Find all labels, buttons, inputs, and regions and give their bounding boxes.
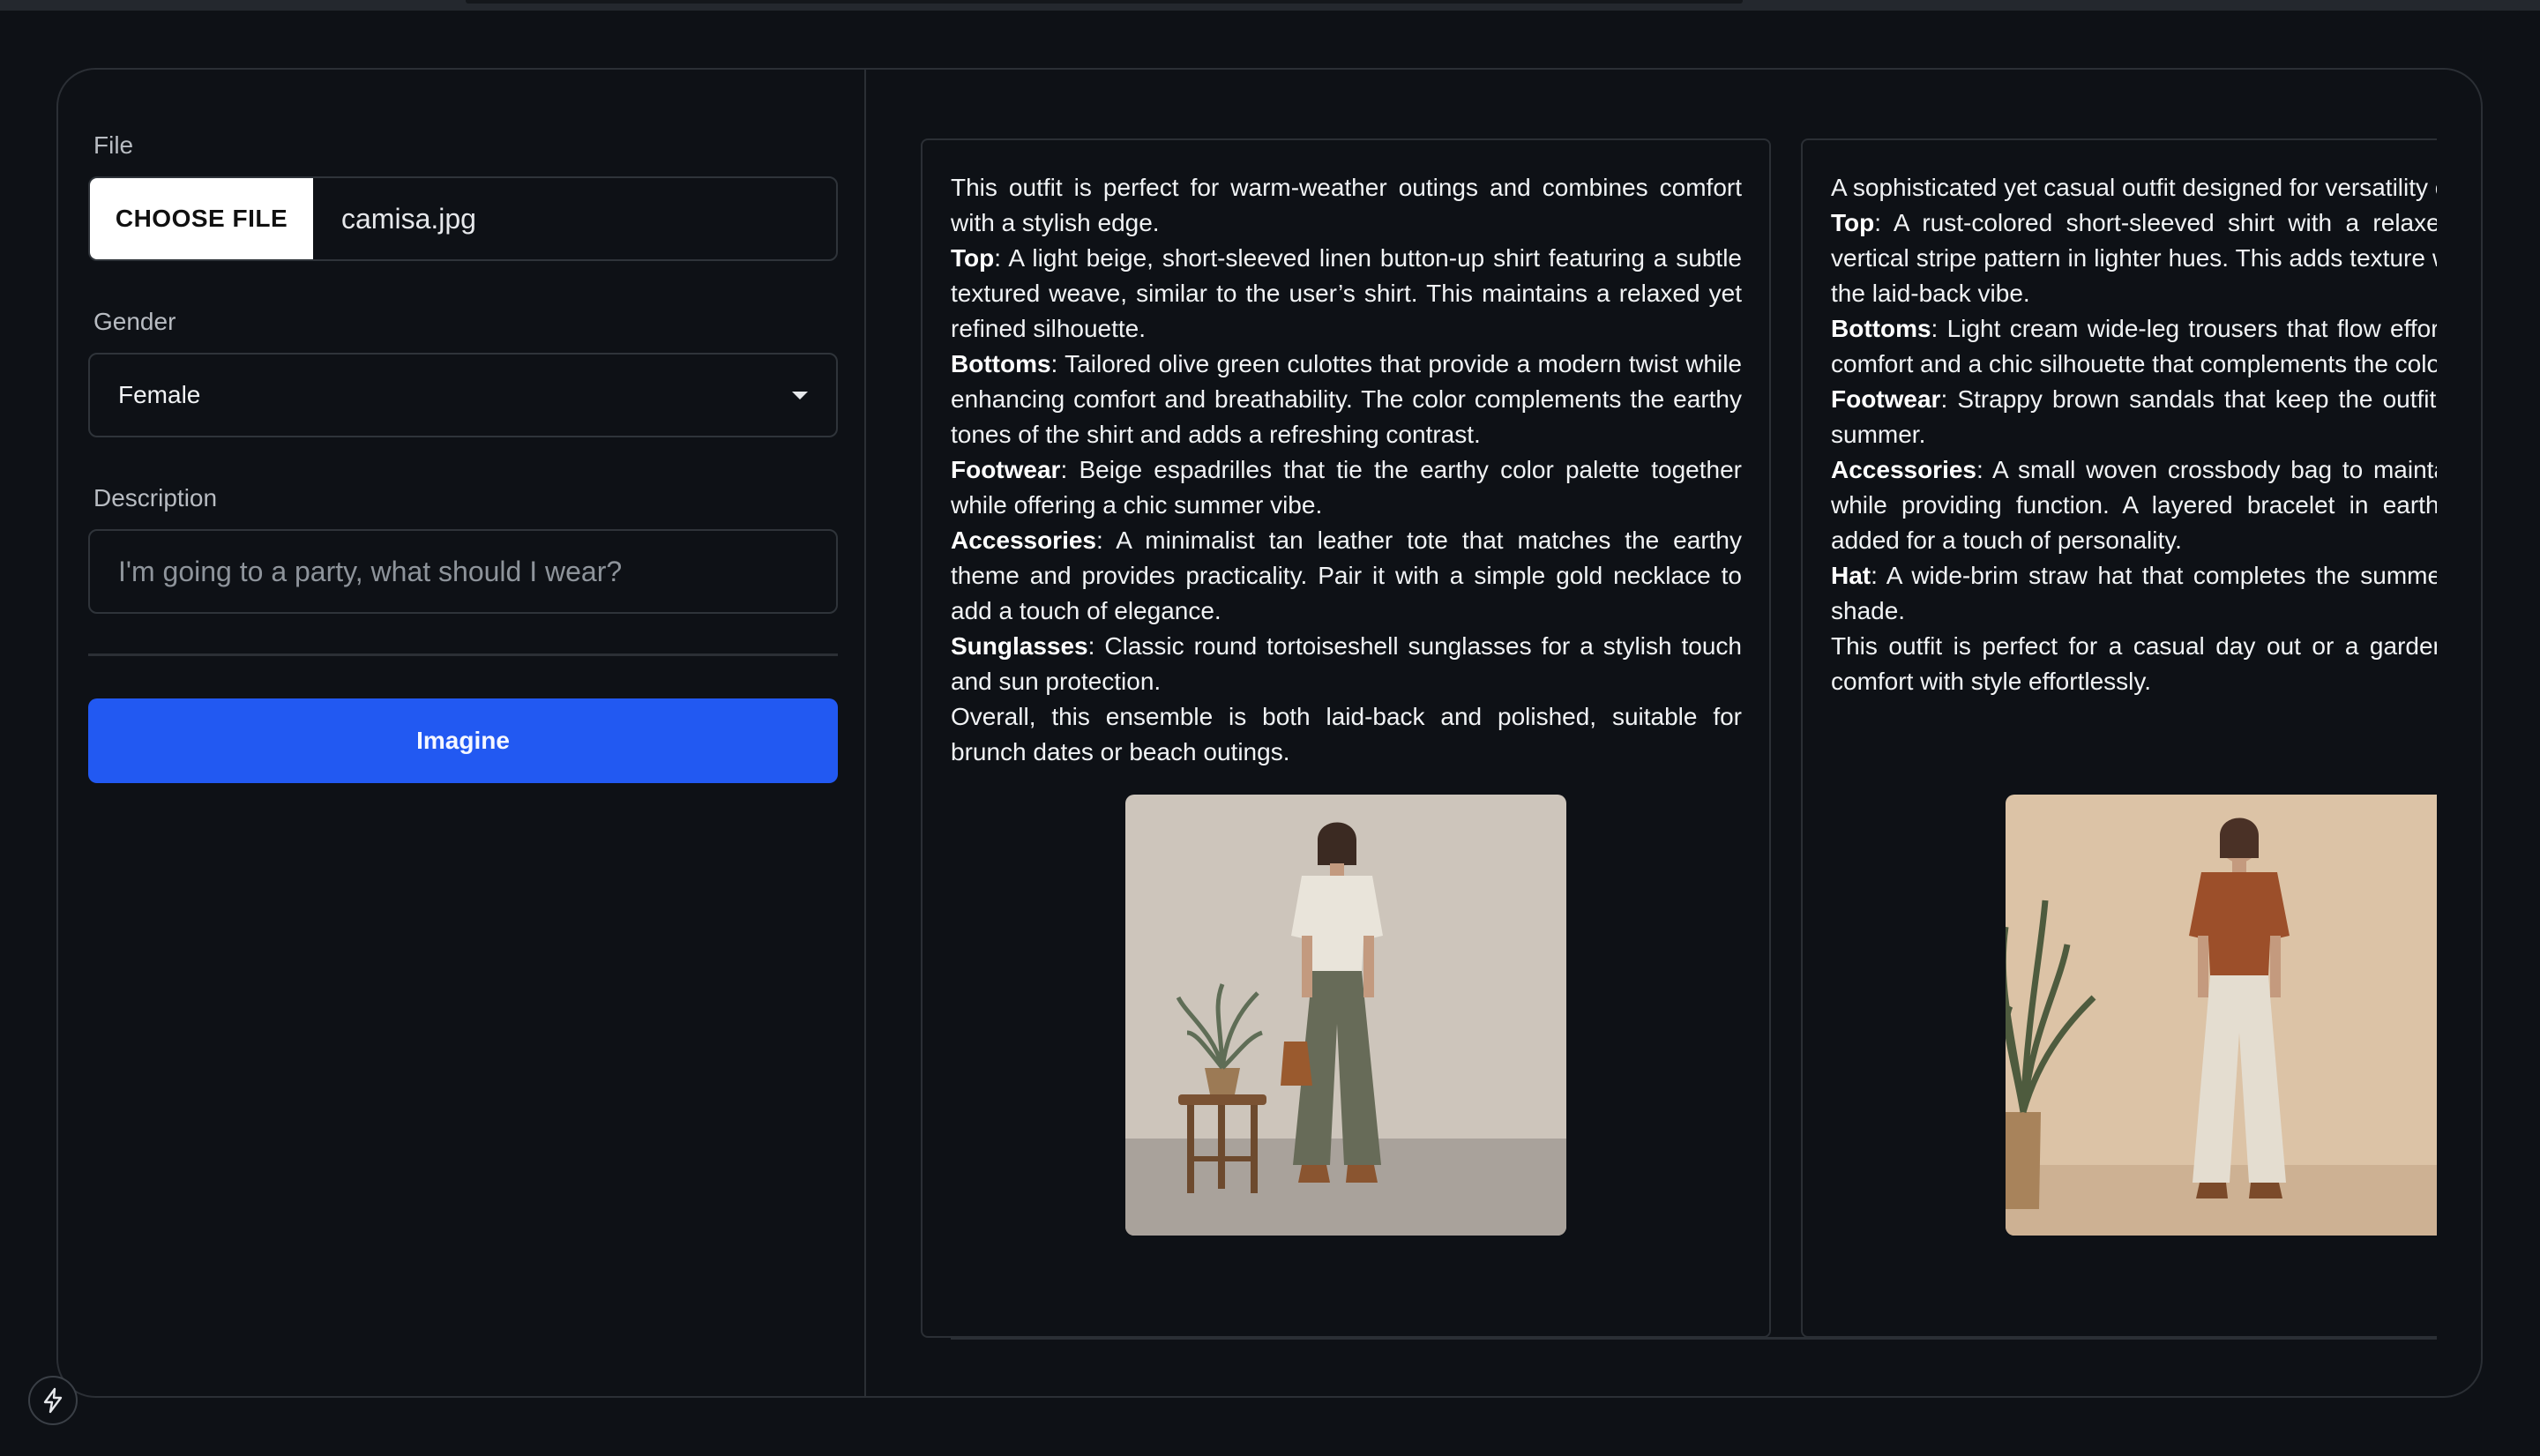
outfit-item-footwear: Footwear: Beige espadrilles that tie the…: [951, 456, 1742, 519]
outfit-item-bottoms: Bottoms: Light cream wide-leg trousers t…: [1831, 315, 2437, 377]
description-label: Description: [93, 484, 218, 511]
outfit-outro: This outfit is perfect for a casual day …: [1831, 632, 2437, 695]
imagine-button[interactable]: Imagine: [88, 698, 838, 783]
outfit-image: [1125, 795, 1566, 1236]
description-placeholder: I'm going to a party, what should I wear…: [118, 555, 623, 587]
choose-file-button[interactable]: CHOOSE FILE: [90, 178, 313, 259]
outfit-description: A sophisticated yet casual outfit design…: [1831, 170, 2437, 699]
selected-file-name: camisa.jpg: [341, 202, 476, 235]
outfit-image: [2006, 795, 2437, 1236]
caret-down-icon: [792, 391, 808, 399]
outfit-item-hat: Hat: A wide-brim straw hat that complete…: [1831, 562, 2437, 624]
results-divider: [951, 1337, 2437, 1340]
outfit-description: This outfit is perfect for warm-weather …: [951, 170, 1742, 770]
results-panel: This outfit is perfect for warm-weather …: [866, 70, 2481, 1396]
outfit-item-sunglasses: Sunglasses: Classic round tortoiseshell …: [951, 632, 1742, 695]
outfit-intro: This outfit is perfect for warm-weather …: [951, 174, 1742, 236]
gender-select[interactable]: Female: [88, 353, 838, 437]
bolt-icon[interactable]: [28, 1376, 78, 1425]
browser-tab-indicator: [466, 0, 1743, 4]
description-input[interactable]: I'm going to a party, what should I wear…: [88, 529, 838, 614]
outfit-intro: A sophisticated yet casual outfit design…: [1831, 174, 2437, 201]
browser-top-bar: [0, 0, 2540, 11]
outfit-item-accessories: Accessories: A small woven crossbody bag…: [1831, 456, 2437, 554]
results-carousel[interactable]: This outfit is perfect for warm-weather …: [921, 138, 2437, 1338]
form-divider: [88, 653, 838, 656]
app-frame: File CHOOSE FILE camisa.jpg Gender Femal…: [56, 68, 2483, 1398]
gender-select-value: Female: [118, 381, 201, 408]
outfit-card: A sophisticated yet casual outfit design…: [1801, 138, 2437, 1338]
form-sidebar: File CHOOSE FILE camisa.jpg Gender Femal…: [58, 70, 866, 1396]
gender-label: Gender: [93, 308, 176, 335]
file-input[interactable]: CHOOSE FILE camisa.jpg: [88, 176, 838, 261]
outfit-item-top: Top: A light beige, short-sleeved linen …: [951, 244, 1742, 342]
outfit-item-accessories: Accessories: A minimalist tan leather to…: [951, 526, 1742, 624]
outfit-item-footwear: Footwear: Strappy brown sandals that kee…: [1831, 385, 2437, 448]
file-label: File: [93, 131, 134, 159]
outfit-outro: Overall, this ensemble is both laid-back…: [951, 703, 1742, 765]
outfit-item-top: Top: A rust-colored short-sleeved shirt …: [1831, 209, 2437, 307]
outfit-item-bottoms: Bottoms: Tailored olive green culottes t…: [951, 350, 1742, 448]
outfit-card: This outfit is perfect for warm-weather …: [921, 138, 1771, 1338]
